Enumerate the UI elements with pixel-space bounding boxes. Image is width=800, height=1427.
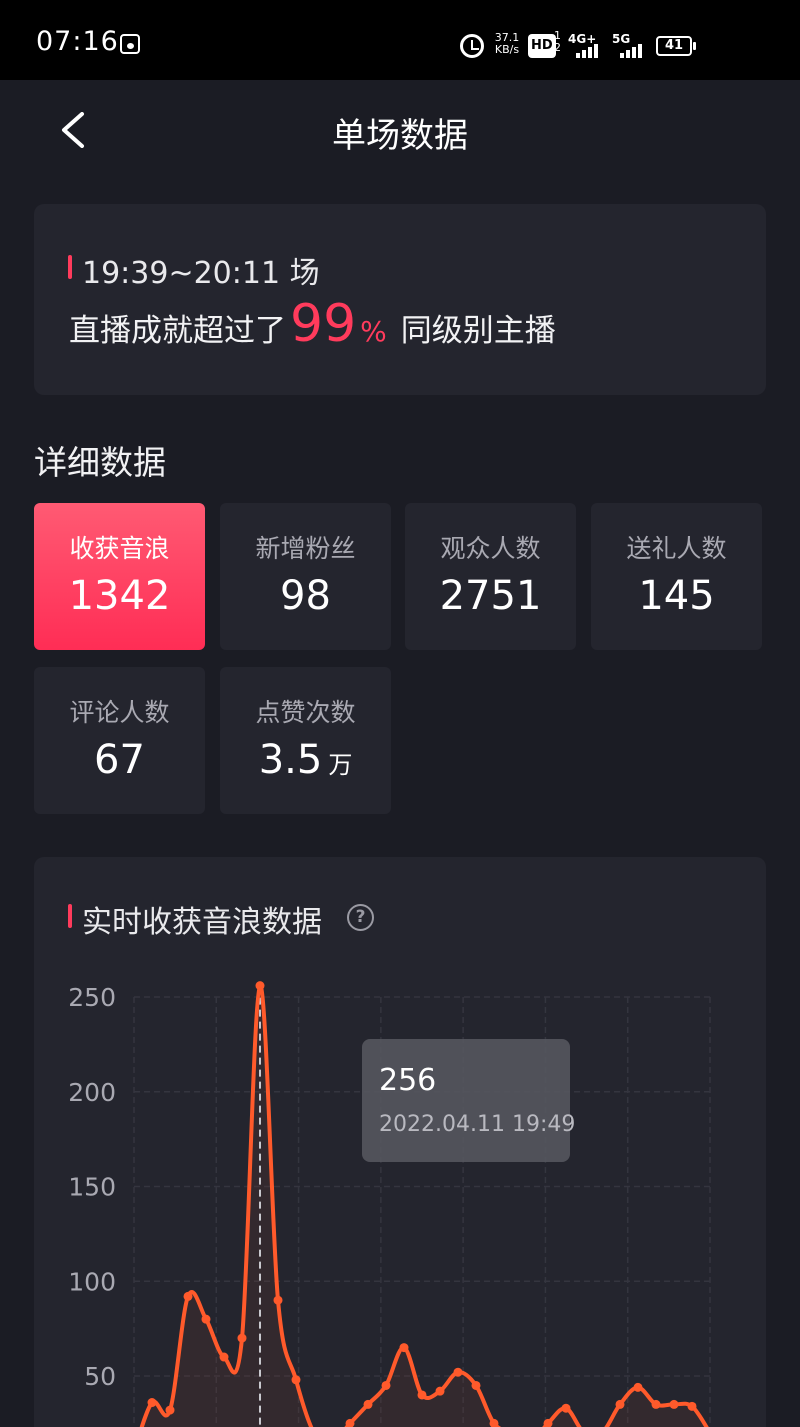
stat-tile-sound-waves[interactable]: 收获音浪 1342 [34,503,205,650]
tooltip-value: 256 [379,1063,437,1098]
stat-value: 1342 [68,573,171,619]
data-point [687,1401,697,1411]
stat-label: 收获音浪 [69,534,170,563]
stat-value: 98 [280,573,331,619]
achievement-text: 直播成就超过了 99 % 同级别主播 [69,298,556,350]
stat-tile-likes[interactable]: 点赞次数 3.5 万 [220,667,391,814]
stat-tile-gifters[interactable]: 送礼人数 145 [591,503,762,650]
stat-unit: 万 [328,751,353,779]
stat-value: 3.5 万 [258,737,353,783]
signal-bars-5g-icon [620,44,646,58]
data-point [165,1405,175,1415]
stat-label: 送礼人数 [626,534,727,563]
session-time: 19:39~20:11 场 [82,256,320,291]
section-title-details: 详细数据 [34,443,166,482]
data-point [669,1399,679,1409]
data-point [561,1403,571,1413]
data-point [471,1380,481,1390]
achievement-percent-sign: % [360,315,387,348]
data-point [615,1399,625,1409]
data-point [363,1399,373,1409]
data-point [453,1367,463,1377]
y-tick-label: 100 [68,1267,116,1296]
data-point [291,1375,301,1385]
summary-card: 19:39~20:11 场 直播成就超过了 99 % 同级别主播 [34,204,766,395]
alarm-icon [460,34,484,58]
stat-tile-viewers[interactable]: 观众人数 2751 [405,503,576,650]
data-point [147,1398,157,1408]
data-point [183,1291,193,1301]
data-point [651,1399,661,1409]
y-tick-label: 50 [84,1362,116,1391]
stat-tile-commenters[interactable]: 评论人数 67 [34,667,205,814]
stat-label: 点赞次数 [255,698,356,727]
data-point [273,1295,283,1305]
stat-label: 评论人数 [69,698,170,727]
chart-card: 实时收获音浪数据 ? 250 200 150 100 50 256 2022.04.11… [34,857,766,1427]
accent-bar [68,255,72,279]
stat-label: 新增粉丝 [255,534,356,563]
data-point [633,1382,643,1392]
hd-badge: HD [528,34,556,58]
stat-tile-new-fans[interactable]: 新增粉丝 98 [220,503,391,650]
data-point [417,1390,427,1400]
stat-label: 观众人数 [440,534,541,563]
chart-tooltip: 256 2022.04.11 19:49 [362,1039,575,1162]
battery-icon: 41 [656,36,692,56]
paw-app-icon [120,34,140,54]
data-point [381,1380,391,1390]
hd-sub-label: 1 2 [554,29,561,54]
data-point [219,1352,229,1362]
tooltip-time: 2022.04.11 19:49 [379,1112,576,1137]
y-tick-label: 150 [68,1173,116,1202]
data-point [201,1314,211,1324]
data-point [435,1386,445,1396]
signal-bars-icon [576,44,602,58]
stat-value: 2751 [439,573,542,619]
y-tick-label: 250 [68,983,116,1012]
stat-value: 145 [638,573,715,619]
battery-cap [693,42,696,50]
data-point [237,1333,247,1343]
status-time: 07:16 [36,26,119,57]
achievement-suffix: 同级别主播 [400,313,556,349]
status-bar: 07:16 37.1 KB/s HD 1 2 4G+ 5G 41 [0,0,800,80]
stat-value: 67 [94,737,145,783]
achievement-percent: 99 [290,294,357,354]
page-title: 单场数据 [332,116,468,156]
data-point [399,1343,409,1353]
network-speed: 37.1 KB/s [494,31,520,56]
y-tick-label: 200 [68,1078,116,1107]
data-point [255,981,265,991]
achievement-prefix: 直播成就超过了 [69,313,286,349]
